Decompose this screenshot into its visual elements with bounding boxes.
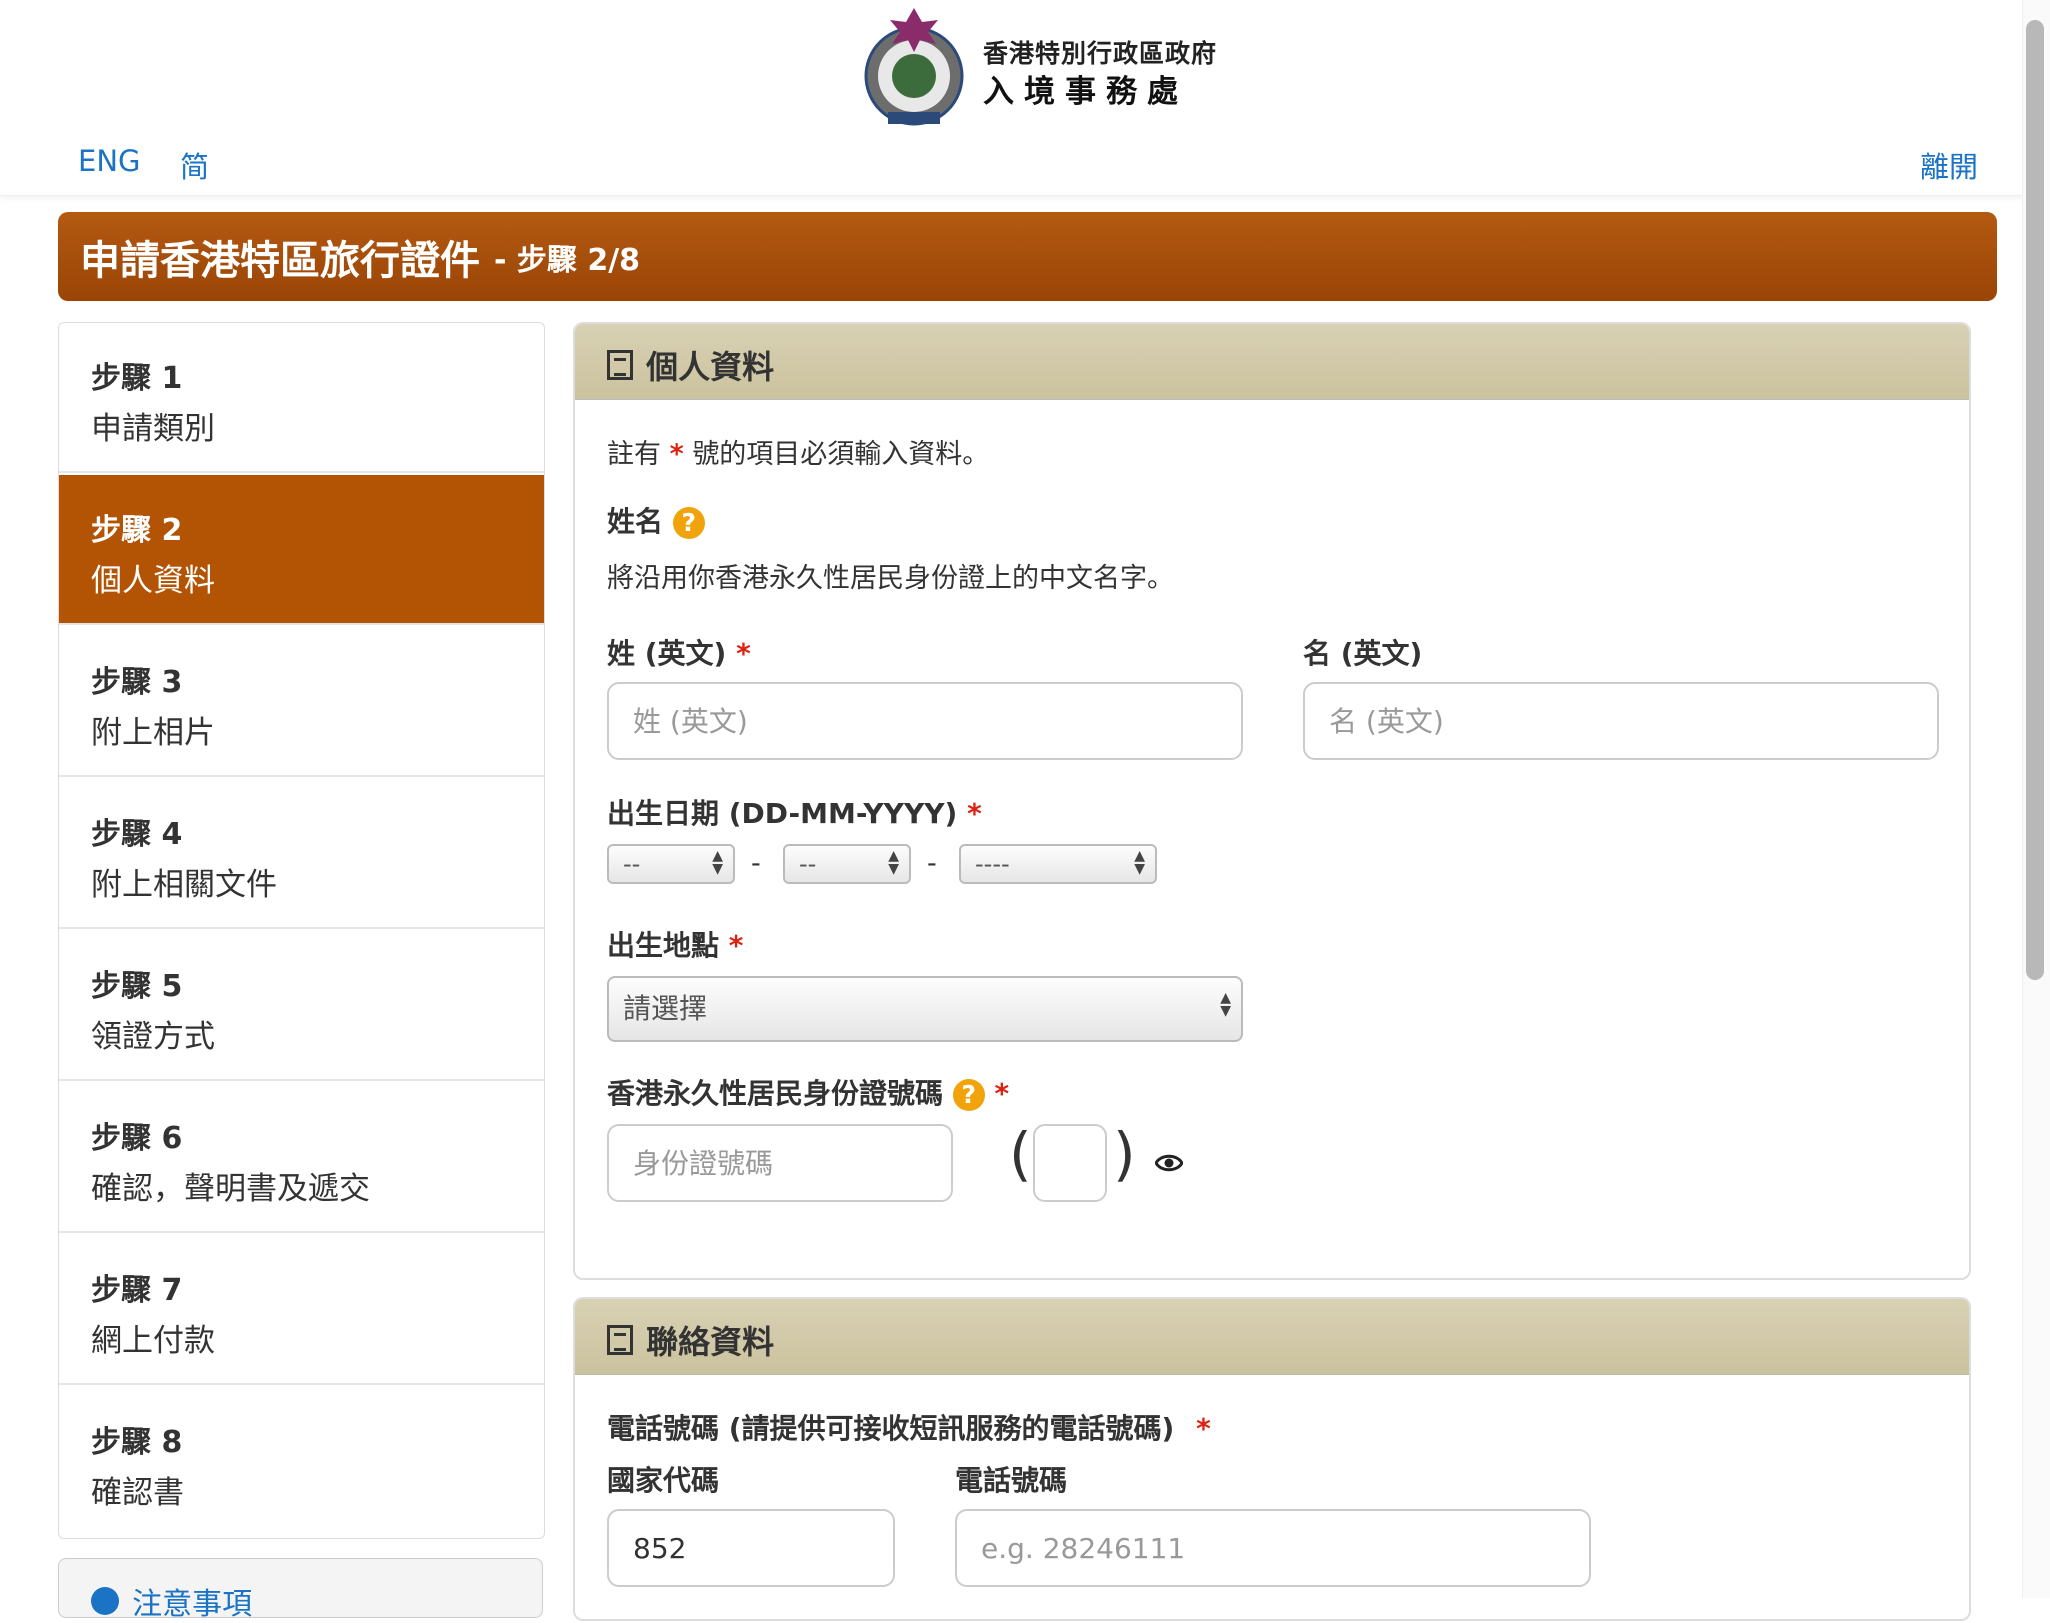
phone-number-label: 電話號碼 xyxy=(955,1464,1068,1497)
paren-open: ( xyxy=(1009,1120,1032,1188)
step-number: 步驟 3 xyxy=(91,665,183,700)
org-name-line1: 香港特別行政區政府 xyxy=(983,39,1218,68)
sidebar-step-7[interactable]: 步驟 7 網上付款 xyxy=(59,1235,544,1385)
sidebar-step-3[interactable]: 步驟 3 附上相片 xyxy=(59,627,544,777)
select-arrows-icon: ▲ ▼ xyxy=(888,848,899,877)
step-number: 步驟 5 xyxy=(91,969,183,1004)
given-name-label: 名 (英文) xyxy=(1303,637,1423,670)
phone-label-row: 電話號碼 (請提供可接收短訊服務的電話號碼) * xyxy=(607,1412,1211,1445)
hkid-label: 香港永久性居民身份證號碼 xyxy=(607,1077,944,1110)
sidebar-step-8[interactable]: 步驟 8 確認書 xyxy=(59,1387,544,1537)
notice-label: 注意事項 xyxy=(132,1587,253,1622)
date-separator: - xyxy=(927,848,937,879)
step-label: 附上相片 xyxy=(91,715,215,751)
step-label: 確認，聲明書及遞交 xyxy=(91,1171,370,1207)
step-label: 申請類別 xyxy=(91,411,215,447)
country-code-input[interactable] xyxy=(607,1509,895,1587)
step-label: 個人資料 xyxy=(91,563,215,599)
sidebar-step-4[interactable]: 步驟 4 附上相關文件 xyxy=(59,779,544,929)
pob-select[interactable]: 請選擇 ▲ ▼ xyxy=(607,976,1243,1042)
dob-year-select[interactable]: ---- ▲ ▼ xyxy=(959,844,1157,884)
hkid-number-input[interactable] xyxy=(607,1124,953,1202)
list-icon xyxy=(607,350,633,380)
surname-input[interactable] xyxy=(607,682,1243,760)
language-simplified-chinese-link[interactable]: 简 xyxy=(180,144,209,186)
site-header: 香港特別行政區政府 入境事務處 ENG 简 離開 xyxy=(0,0,2050,196)
sidebar-step-5[interactable]: 步驟 5 領證方式 xyxy=(59,931,544,1081)
given-name-input[interactable] xyxy=(1303,682,1939,760)
page-title: 申請香港特區旅行證件 xyxy=(80,237,480,284)
language-english-link[interactable]: ENG xyxy=(78,144,141,178)
surname-label-row: 姓 (英文) * xyxy=(607,637,751,670)
page-title-banner: 申請香港特區旅行證件 - 步驟 2/8 xyxy=(58,212,1997,301)
step-number: 步驟 2 xyxy=(91,513,183,548)
required-note: 註有 * 號的項目必須輸入資料。 xyxy=(607,439,990,470)
step-number: 步驟 8 xyxy=(91,1425,183,1460)
paren-close: ) xyxy=(1113,1120,1136,1188)
sidebar-step-6[interactable]: 步驟 6 確認，聲明書及遞交 xyxy=(59,1083,544,1233)
step-number: 步驟 6 xyxy=(91,1121,183,1156)
step-label: 附上相關文件 xyxy=(91,867,277,903)
hksar-emblem-icon xyxy=(864,8,964,126)
surname-label: 姓 (英文) xyxy=(607,637,727,670)
select-arrows-icon: ▲ ▼ xyxy=(1134,848,1145,877)
phone-label: 電話號碼 (請提供可接收短訊服務的電話號碼) xyxy=(607,1412,1175,1445)
sidebar-step-1[interactable]: 步驟 1 申請類別 xyxy=(59,323,544,473)
step-indicator: - 步驟 2/8 xyxy=(494,242,641,278)
hkid-label-row: 香港永久性居民身份證號碼 ? * xyxy=(607,1077,1010,1111)
steps-sidebar: 步驟 1 申請類別 步驟 2 個人資料 步驟 3 附上相片 步驟 4 附上相關文… xyxy=(58,322,545,1539)
name-label-row: 姓名 ? xyxy=(607,500,705,540)
pob-label-row: 出生地點 * xyxy=(607,929,744,962)
country-code-label: 國家代碼 xyxy=(607,1464,720,1497)
dob-day-select[interactable]: -- ▲ ▼ xyxy=(607,844,735,884)
name-label: 姓名 xyxy=(607,505,664,538)
immd-logo: 香港特別行政區政府 入境事務處 xyxy=(858,0,1216,130)
step-number: 步驟 4 xyxy=(91,817,183,852)
contact-info-panel: 聯絡資料 電話號碼 (請提供可接收短訊服務的電話號碼) * 國家代碼 電話號碼 xyxy=(573,1297,1971,1621)
dob-month-select[interactable]: -- ▲ ▼ xyxy=(783,844,911,884)
step-label: 網上付款 xyxy=(91,1323,215,1359)
panel-header: 個人資料 xyxy=(575,324,1969,400)
scrollbar-thumb[interactable] xyxy=(2026,20,2044,980)
select-arrows-icon: ▲ ▼ xyxy=(712,848,723,877)
org-name-line2: 入境事務處 xyxy=(983,74,1188,110)
exit-link[interactable]: 離開 xyxy=(1920,144,1978,186)
select-arrows-icon: ▲ ▼ xyxy=(1220,990,1231,1019)
phone-number-input[interactable] xyxy=(955,1509,1591,1587)
step-number: 步驟 1 xyxy=(91,361,183,396)
panel-title: 聯絡資料 xyxy=(646,1323,775,1361)
help-icon[interactable]: ? xyxy=(952,1079,985,1111)
personal-info-panel: 個人資料 註有 * 號的項目必須輸入資料。 姓名 ? 將沿用你香港永久性居民身份… xyxy=(573,322,1971,1280)
info-icon xyxy=(91,1587,119,1615)
date-separator: - xyxy=(751,848,761,879)
step-label: 確認書 xyxy=(91,1475,184,1511)
pob-label: 出生地點 xyxy=(607,929,720,962)
panel-header: 聯絡資料 xyxy=(575,1299,1969,1375)
dob-label: 出生日期 (DD-MM-YYYY) xyxy=(607,797,958,830)
hkid-check-digit-input[interactable] xyxy=(1033,1124,1107,1202)
list-icon xyxy=(607,1325,633,1355)
sidebar-step-2[interactable]: 步驟 2 個人資料 xyxy=(59,475,544,625)
panel-title: 個人資料 xyxy=(646,348,775,386)
required-star: * xyxy=(669,439,684,470)
notice-panel[interactable]: 注意事項 xyxy=(58,1558,543,1622)
name-hint: 將沿用你香港永久性居民身份證上的中文名字。 xyxy=(607,563,1174,594)
step-number: 步驟 7 xyxy=(91,1273,183,1308)
step-label: 領證方式 xyxy=(91,1019,215,1055)
eye-icon[interactable] xyxy=(1155,1152,1183,1174)
dob-label-row: 出生日期 (DD-MM-YYYY) * xyxy=(607,797,982,830)
help-icon[interactable]: ? xyxy=(672,507,705,539)
